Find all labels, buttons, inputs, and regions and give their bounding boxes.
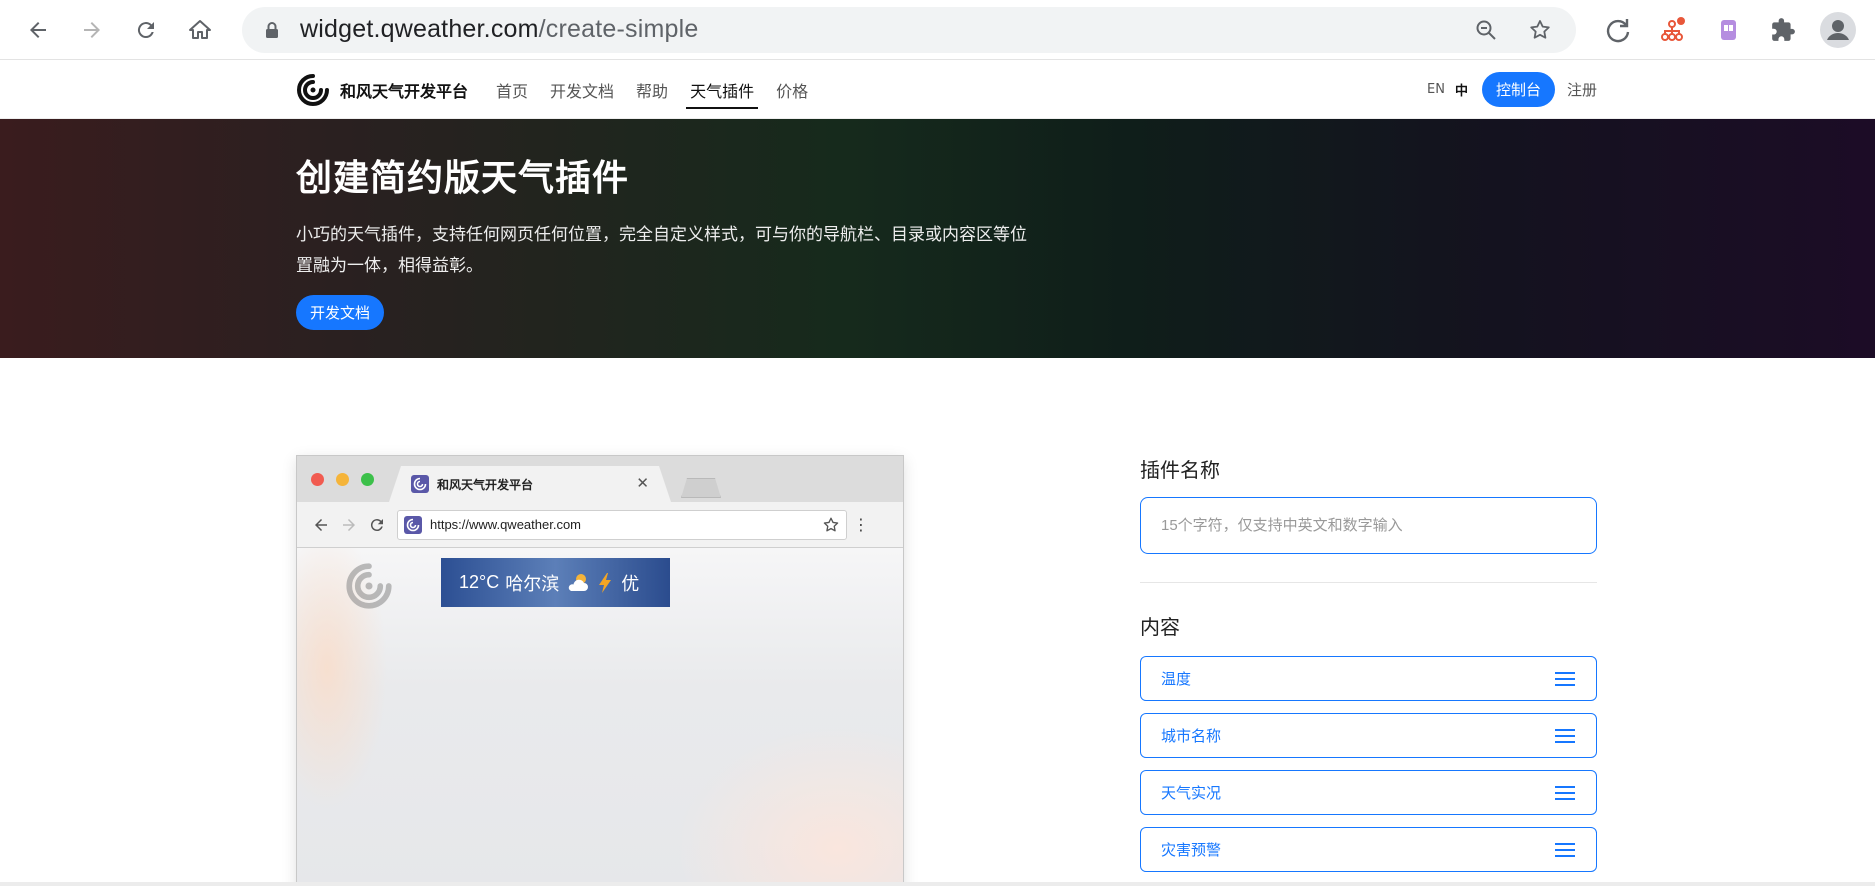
main-content: 和风天气开发平台 ✕ https://www.qweather.com ⋮ 12… <box>0 358 1875 886</box>
drag-handle-icon[interactable] <box>1554 842 1576 858</box>
content-item-label: 天气实况 <box>1161 785 1222 802</box>
url-path: /create-simple <box>538 15 699 43</box>
page-title: 创建简约版天气插件 <box>296 157 630 198</box>
preview-tab-close-icon: ✕ <box>636 474 649 492</box>
widget-form: 插件名称 内容 温度 城市名称 天气实况 灾害预警 <box>1140 454 1597 886</box>
content-item-label: 温度 <box>1161 671 1192 688</box>
nav-help[interactable]: 帮助 <box>636 60 668 119</box>
nav-pricing[interactable]: 价格 <box>776 60 808 119</box>
console-button[interactable]: 控制台 <box>1481 72 1555 107</box>
content-label: 内容 <box>1140 617 1180 639</box>
url-host: widget.qweather.com <box>300 15 539 43</box>
nav-home[interactable]: 首页 <box>496 60 528 119</box>
preview-new-tab-icon <box>681 478 721 498</box>
preview-forward-icon <box>335 511 363 539</box>
lang-zh[interactable]: 中 <box>1455 80 1468 99</box>
sitemap-extension-icon[interactable] <box>1653 10 1693 50</box>
nav-weather-widget[interactable]: 天气插件 <box>686 60 759 119</box>
preview-favicon-icon <box>411 475 429 493</box>
partly-cloudy-icon <box>568 573 589 591</box>
content-item-weather-now[interactable]: 天气实况 <box>1140 770 1597 815</box>
content-item-label: 灾害预警 <box>1161 842 1222 859</box>
widget-preview: 和风天气开发平台 ✕ https://www.qweather.com ⋮ 12… <box>296 455 904 886</box>
weather-widget: 12°C 哈尔滨 优 <box>441 558 670 607</box>
docs-button[interactable]: 开发文档 <box>296 295 385 330</box>
bookmark-star-icon[interactable] <box>1522 12 1558 48</box>
content-item-warning[interactable]: 灾害预警 <box>1140 827 1597 872</box>
lang-en[interactable]: EN <box>1427 82 1445 97</box>
window-bottom-edge <box>0 882 1875 886</box>
preview-tab: 和风天气开发平台 ✕ <box>389 466 671 502</box>
preview-logo-icon <box>346 563 392 609</box>
refresh-extension-icon[interactable] <box>1598 10 1638 50</box>
maximize-dot-icon <box>361 473 374 486</box>
preview-reload-icon <box>363 511 391 539</box>
widget-air-quality: 优 <box>621 573 640 594</box>
address-bar[interactable]: widget.qweather.com/create-simple <box>242 6 1576 53</box>
site-header: 和风天气开发平台 首页 开发文档 帮助 天气插件 价格 EN 中 控制台 注册 <box>0 60 1875 119</box>
close-dot-icon <box>311 473 324 486</box>
forward-icon[interactable] <box>72 10 112 50</box>
drag-handle-icon[interactable] <box>1554 785 1576 801</box>
widget-city: 哈尔滨 <box>505 573 560 594</box>
content-list: 温度 城市名称 天气实况 灾害预警 <box>1140 656 1597 886</box>
register-link[interactable]: 注册 <box>1567 79 1597 100</box>
form-divider <box>1140 582 1597 583</box>
url-text[interactable]: widget.qweather.com/create-simple <box>300 15 1450 44</box>
widget-temperature: 12°C <box>459 572 500 592</box>
reader-extension-icon[interactable] <box>1708 10 1748 50</box>
plugin-name-input[interactable] <box>1140 497 1597 554</box>
hero-banner: 创建简约版天气插件 小巧的天气插件，支持任何网页任何位置，完全自定义样式，可与你… <box>0 119 1875 358</box>
preview-url: https://www.qweather.com <box>430 517 582 532</box>
preview-address-bar: https://www.qweather.com <box>397 509 847 540</box>
preview-star-icon <box>823 517 839 531</box>
lock-icon <box>264 20 284 40</box>
preview-menu-icon: ⋮ <box>853 515 869 534</box>
brand-name: 和风天气开发平台 <box>340 83 469 101</box>
plugin-name-label: 插件名称 <box>1140 460 1220 482</box>
qweather-logo-icon <box>297 73 329 106</box>
browser-toolbar: widget.qweather.com/create-simple <box>0 0 1875 60</box>
preview-page: 12°C 哈尔滨 优 <box>297 548 903 886</box>
preview-toolbar: https://www.qweather.com ⋮ <box>297 502 903 548</box>
reload-icon[interactable] <box>126 10 166 50</box>
nav-docs[interactable]: 开发文档 <box>550 60 614 119</box>
preview-back-icon <box>307 511 335 539</box>
preview-tab-title: 和风天气开发平台 <box>437 477 534 492</box>
back-icon[interactable] <box>18 10 58 50</box>
puzzle-extensions-icon[interactable] <box>1763 10 1803 50</box>
drag-handle-icon[interactable] <box>1554 671 1576 687</box>
content-item-label: 城市名称 <box>1161 728 1222 745</box>
hero-description: 小巧的天气插件，支持任何网页任何位置，完全自定义样式，可与你的导航栏、目录或内容… <box>296 225 1027 275</box>
brand-logo-link[interactable]: 和风天气开发平台 <box>296 73 468 107</box>
drag-handle-icon[interactable] <box>1554 728 1576 744</box>
profile-avatar-icon[interactable] <box>1818 10 1858 50</box>
content-item-temperature[interactable]: 温度 <box>1140 656 1597 701</box>
preview-tabbar: 和风天气开发平台 ✕ <box>297 456 903 502</box>
lightning-warning-icon <box>599 572 612 593</box>
preview-site-icon <box>404 515 422 534</box>
zoom-out-icon[interactable] <box>1468 12 1504 48</box>
home-icon[interactable] <box>180 10 220 50</box>
minimize-dot-icon <box>336 473 349 486</box>
content-item-city[interactable]: 城市名称 <box>1140 713 1597 758</box>
